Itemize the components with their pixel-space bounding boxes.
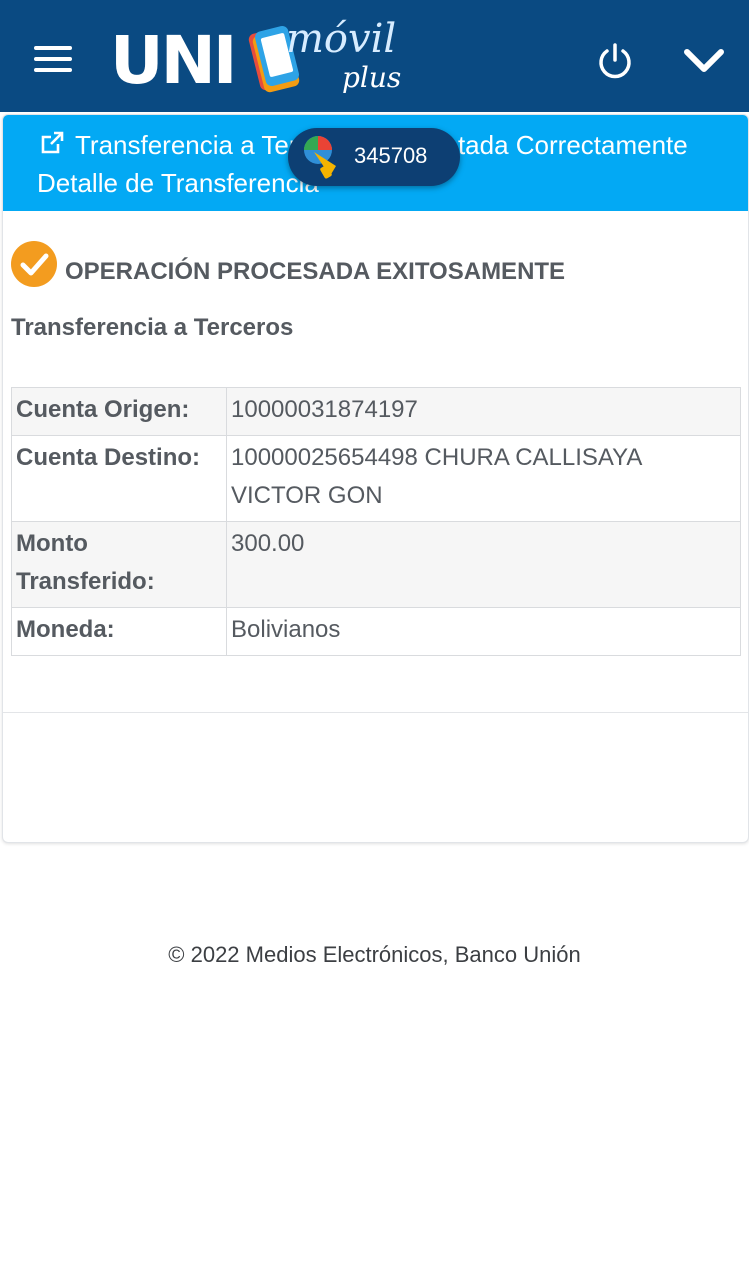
table-row: Cuenta Origen: 10000031874197 xyxy=(11,387,741,436)
transfer-details-table: Cuenta Origen: 10000031874197 Cuenta Des… xyxy=(11,387,741,656)
detail-value: 300.00 xyxy=(226,521,741,608)
table-row: Moneda: Bolivianos xyxy=(11,607,741,656)
logo-plus-text: plus xyxy=(342,61,402,94)
footer-copyright: © 2022 Medios Electrónicos, Banco Unión xyxy=(168,942,581,967)
chevron-down-icon[interactable] xyxy=(682,44,726,78)
top-app-bar: UNI móvil plus xyxy=(0,0,749,112)
logo-movil-text: móvil xyxy=(286,16,397,62)
table-row: Cuenta Destino: 10000025654498 CHURA CAL… xyxy=(11,435,741,522)
app-logo: UNI móvil plus xyxy=(110,16,401,102)
detail-value: Bolivianos xyxy=(226,607,741,656)
external-link-icon xyxy=(41,131,64,154)
megaphone-icon xyxy=(304,136,336,179)
table-row: Monto Transferido: 300.00 xyxy=(11,521,741,608)
detail-label: Cuenta Destino: xyxy=(11,435,227,522)
success-status-text: OPERACIÓN PROCESADA EXITOSAMENTE xyxy=(65,258,566,285)
card-subheading: Detalle de Transferencia xyxy=(37,168,319,198)
detail-label: Monto Transferido: xyxy=(11,521,227,608)
check-circle-icon xyxy=(11,241,57,287)
power-icon[interactable] xyxy=(596,42,634,80)
detail-value: 10000031874197 xyxy=(226,387,741,436)
detail-value: 10000025654498 CHURA CALLISAYA VICTOR GO… xyxy=(226,435,741,522)
bubble-value: 345708 xyxy=(354,143,428,168)
floating-bubble[interactable]: 345708 xyxy=(288,128,460,186)
detail-label: Cuenta Origen: xyxy=(11,387,227,436)
logo-wordmark: UNI xyxy=(110,22,237,99)
detail-label: Moneda: xyxy=(11,607,227,656)
divider xyxy=(3,712,748,713)
transfer-result-card: Transferencia a Terceros Completada Corr… xyxy=(2,114,749,843)
operation-title: Transferencia a Terceros xyxy=(11,314,294,341)
menu-icon[interactable] xyxy=(34,44,72,74)
